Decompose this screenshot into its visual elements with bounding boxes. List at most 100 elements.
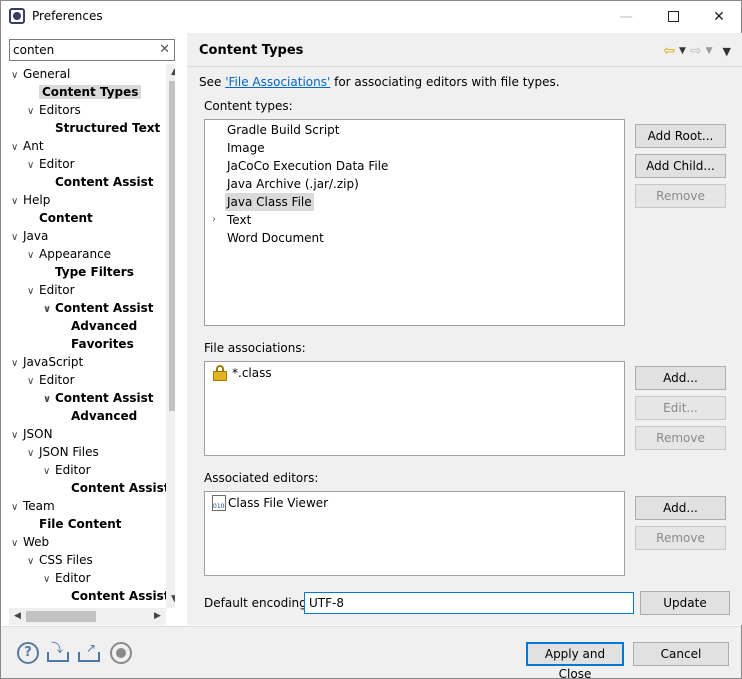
record-icon[interactable] [110, 642, 132, 664]
tree-item[interactable]: Content [27, 209, 93, 227]
update-button[interactable]: Update [640, 591, 730, 615]
content-types-tree[interactable]: Gradle Build Script Image JaCoCo Execution… [204, 119, 625, 326]
tree-item[interactable]: Structured Text [43, 119, 160, 137]
minimize-button[interactable]: — [603, 1, 649, 32]
export-icon[interactable]: ↗ [78, 642, 100, 664]
tree-item[interactable]: Content Types [27, 83, 142, 101]
tree-item[interactable]: ∨ Appearance [27, 245, 111, 263]
file-association-item[interactable]: *.class [213, 364, 272, 382]
tree-horizontal-scrollbar[interactable]: ◀ ▶ [9, 608, 166, 625]
remove-content-type-button[interactable]: Remove [635, 184, 726, 208]
tree-item[interactable]: ∨ Help [11, 191, 50, 209]
content-type-item[interactable]: Java Archive (.jar/.zip) [225, 175, 361, 193]
tree-item[interactable]: ∨ CSS Files [27, 551, 93, 569]
forward-arrow-icon[interactable]: ⇨ [690, 43, 702, 59]
tree-item[interactable]: ∨ Ant [11, 137, 44, 155]
expanded-chevron-icon[interactable]: ∨ [27, 373, 39, 391]
content-type-item[interactable]: Gradle Build Script [225, 121, 341, 139]
file-associations-link[interactable]: 'File Associations' [225, 75, 330, 89]
associated-editor-item[interactable]: Class File Viewer [212, 494, 328, 512]
scroll-right-icon[interactable]: ▶ [149, 608, 166, 625]
scroll-up-icon[interactable]: ▲ [166, 64, 175, 81]
filter-field[interactable]: ✕ [9, 39, 175, 61]
clear-filter-icon[interactable]: ✕ [159, 42, 170, 57]
filter-input[interactable] [13, 42, 153, 58]
tree-item[interactable]: ∨ JSON [11, 425, 53, 443]
tree-item[interactable]: ∨ Editor [27, 155, 75, 173]
import-icon[interactable]: ⤵ [47, 642, 69, 664]
expanded-chevron-icon[interactable]: ∨ [11, 67, 23, 85]
tree-item[interactable]: ∨ Java [11, 227, 48, 245]
expanded-chevron-icon[interactable]: ∨ [27, 283, 39, 301]
scroll-thumb[interactable] [169, 81, 175, 411]
add-association-button[interactable]: Add... [635, 366, 726, 390]
expanded-chevron-icon[interactable]: ∨ [27, 157, 39, 175]
maximize-button[interactable] [650, 1, 696, 32]
expanded-chevron-icon[interactable]: ∨ [27, 103, 39, 121]
tree-item[interactable]: File Content [27, 515, 122, 533]
tree-item[interactable]: Content Assist [43, 173, 154, 191]
scroll-left-icon[interactable]: ◀ [9, 608, 26, 625]
expanded-chevron-icon[interactable]: ∨ [11, 139, 23, 157]
collapsed-chevron-icon[interactable]: › [212, 211, 216, 229]
tree-item[interactable]: ∨ Editor [27, 281, 75, 299]
content-type-item[interactable]: Java Class File [225, 193, 314, 211]
expanded-chevron-icon[interactable]: ∨ [11, 355, 23, 373]
view-menu-icon[interactable]: ▼ [723, 45, 731, 58]
associated-editors-label: Associated editors: [204, 471, 319, 485]
remove-editor-button[interactable]: Remove [635, 526, 726, 550]
tree-item[interactable]: Content Assist [59, 479, 170, 497]
apply-and-close-button[interactable]: Apply and Close [526, 642, 624, 679]
content-type-item[interactable]: Text [225, 211, 253, 229]
tree-item[interactable]: ∨ Editor [27, 371, 75, 389]
expanded-chevron-icon[interactable]: ∨ [11, 535, 23, 553]
tree-item[interactable]: Advanced [59, 407, 137, 425]
file-associations-list[interactable]: *.class [204, 361, 625, 456]
tree-item[interactable]: ∨ Content Assist [43, 299, 154, 317]
back-dropdown-icon[interactable]: ▼ [679, 46, 686, 56]
h-scroll-thumb[interactable] [26, 611, 96, 622]
content-type-item[interactable]: Word Document [225, 229, 326, 247]
tree-item[interactable]: ∨ Editor [43, 569, 91, 587]
tree-item[interactable]: ∨ Team [11, 497, 55, 515]
tree-item[interactable]: ∨ General [11, 65, 70, 83]
remove-association-button[interactable]: Remove [635, 426, 726, 450]
add-editor-button[interactable]: Add... [635, 496, 726, 520]
cancel-button[interactable]: Cancel [633, 642, 729, 666]
expanded-chevron-icon[interactable]: ∨ [27, 445, 39, 463]
expanded-chevron-icon[interactable]: ∨ [11, 193, 23, 211]
add-child-button[interactable]: Add Child... [635, 154, 726, 178]
tree-item[interactable]: ∨ JavaScript [11, 353, 83, 371]
add-root-button[interactable]: Add Root... [635, 124, 726, 148]
associated-editors-list[interactable]: Class File Viewer [204, 491, 625, 576]
scroll-down-icon[interactable]: ▼ [166, 591, 175, 608]
tree-item[interactable]: Favorites [59, 335, 134, 353]
tree-item[interactable]: ∨ Web [11, 533, 49, 551]
tree-item[interactable]: ∨ Content Assist [43, 389, 154, 407]
expanded-chevron-icon[interactable]: ∨ [11, 427, 23, 445]
tree-item[interactable]: Advanced [59, 317, 137, 335]
tree-item[interactable]: ∨ Editor [43, 461, 91, 479]
expanded-chevron-icon[interactable]: ∨ [27, 247, 39, 265]
expanded-chevron-icon[interactable]: ∨ [11, 229, 23, 247]
tree-item[interactable]: Type Filters [43, 263, 134, 281]
expanded-chevron-icon[interactable]: ∨ [11, 499, 23, 517]
expanded-chevron-icon[interactable]: ∨ [27, 553, 39, 571]
expanded-chevron-icon[interactable]: ∨ [43, 391, 55, 409]
expanded-chevron-icon[interactable]: ∨ [43, 463, 55, 481]
close-button[interactable]: ✕ [696, 1, 742, 32]
tree-item[interactable]: ∨ Editors [27, 101, 81, 119]
forward-dropdown-icon[interactable]: ▼ [706, 46, 713, 56]
expanded-chevron-icon[interactable]: ∨ [43, 571, 55, 589]
content-type-item[interactable]: Image [225, 139, 267, 157]
expanded-chevron-icon[interactable]: ∨ [43, 301, 55, 319]
default-encoding-input[interactable] [304, 592, 634, 614]
help-icon[interactable]: ? [17, 642, 39, 664]
edit-association-button[interactable]: Edit... [635, 396, 726, 420]
content-type-item[interactable]: JaCoCo Execution Data File [225, 157, 390, 175]
back-arrow-icon[interactable]: ⇦ [663, 43, 675, 59]
tree-item[interactable]: ∨ JSON Files [27, 443, 99, 461]
tree-item[interactable]: Content Assist [59, 587, 170, 605]
preferences-tree[interactable]: ∨ General Content Types ∨ Editors Structured … [9, 64, 175, 625]
tree-vertical-scrollbar[interactable]: ▲ ▼ [166, 64, 175, 608]
